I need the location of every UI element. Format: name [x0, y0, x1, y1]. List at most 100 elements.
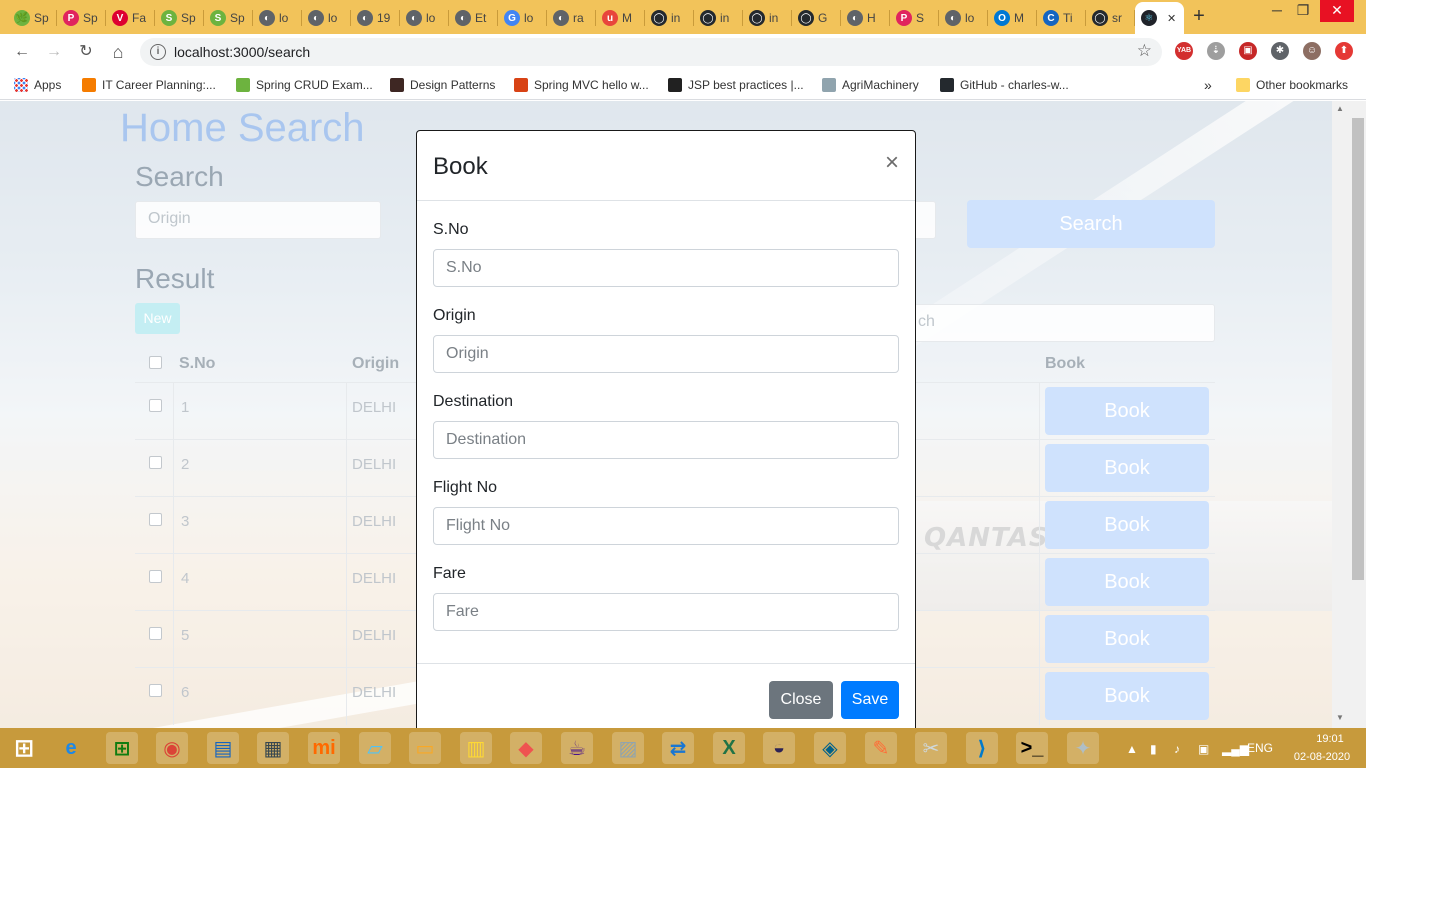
book-button[interactable]: Book [1045, 444, 1209, 492]
browser-tab[interactable]: ◯ in [743, 4, 792, 32]
tray-icon[interactable]: ▮ [1150, 742, 1157, 756]
book-button[interactable]: Book [1045, 387, 1209, 435]
url-text[interactable]: localhost:3000/search [174, 44, 310, 60]
browser-tab[interactable]: OM [988, 4, 1037, 32]
row-checkbox[interactable] [149, 627, 162, 640]
forward-icon[interactable]: → [42, 40, 66, 64]
store-icon[interactable]: ⊞ [106, 732, 138, 764]
shapes-app-icon[interactable]: ◆ [510, 732, 542, 764]
snipping-tool-icon[interactable]: ✂ [915, 732, 947, 764]
tray-icon[interactable]: ♪ [1174, 742, 1180, 756]
scroll-up-arrow-icon[interactable]: ▲ [1336, 104, 1344, 113]
bookmark-item[interactable]: JSP best practices |... [668, 76, 804, 94]
tray-icon[interactable]: ▂▄▆ [1222, 742, 1249, 756]
command-prompt-icon[interactable]: >_ [1016, 732, 1048, 764]
home-icon[interactable]: ⌂ [106, 40, 130, 64]
bookmark-item[interactable]: Design Patterns [390, 76, 495, 94]
vscode-icon[interactable]: ⟩ [966, 732, 998, 764]
book-button[interactable]: Book [1045, 672, 1209, 720]
search-origin-input[interactable]: Origin [135, 201, 381, 239]
field-input-destination[interactable] [433, 421, 899, 459]
book-button[interactable]: Book [1045, 501, 1209, 549]
file-explorer-icon[interactable]: ▭ [409, 732, 441, 764]
bookmark-star-icon[interactable]: ☆ [1137, 41, 1152, 61]
language-indicator[interactable]: ENG [1247, 741, 1273, 755]
field-input-s-no[interactable] [433, 249, 899, 287]
network-tool-icon[interactable]: ▦ [257, 732, 289, 764]
browser-tab[interactable]: S Sp [204, 4, 253, 32]
image-viewer-icon[interactable]: ▨ [612, 732, 644, 764]
select-all-checkbox[interactable] [149, 356, 162, 369]
extension-icon[interactable]: YAB [1175, 42, 1193, 60]
bookmark-item[interactable]: GitHub - charles-w... [940, 76, 1069, 94]
windows-start-icon[interactable]: ⊞ [8, 732, 40, 764]
save-button[interactable]: Save [841, 681, 899, 719]
browser-tab[interactable]: ◐ lo [939, 4, 988, 32]
close-icon[interactable]: × [885, 151, 899, 175]
extension-icon[interactable]: ▣ [1239, 42, 1257, 60]
tab-close-icon[interactable]: ✕ [1167, 12, 1176, 25]
remote-desktop-icon[interactable]: ▤ [207, 732, 239, 764]
tray-icon[interactable]: ▣ [1198, 742, 1209, 756]
bookmarks-overflow-icon[interactable]: » [1204, 76, 1212, 94]
tray-icon[interactable]: ▲ [1126, 742, 1138, 756]
browser-tab[interactable]: ◐ lo [302, 4, 351, 32]
close-button[interactable]: Close [769, 681, 833, 719]
row-checkbox[interactable] [149, 513, 162, 526]
browser-tab[interactable]: Glo [498, 4, 547, 32]
field-input-flight-no[interactable] [433, 507, 899, 545]
browser-tab[interactable]: ◐ ra [547, 4, 596, 32]
bookmark-item[interactable]: IT Career Planning:... [82, 76, 216, 94]
browser-tab[interactable]: uM [596, 4, 645, 32]
book-button[interactable]: Book [1045, 615, 1209, 663]
chrome-icon[interactable]: ◉ [156, 732, 188, 764]
bookmark-item[interactable]: Spring CRUD Exam... [236, 76, 373, 94]
file-transfer-icon[interactable]: ⇄ [662, 732, 694, 764]
browser-tab[interactable]: S Sp [155, 4, 204, 32]
browser-tab[interactable]: V Fa [106, 4, 155, 32]
new-button[interactable]: New [135, 303, 180, 334]
extension-icon[interactable]: ⬆ [1335, 42, 1353, 60]
row-checkbox[interactable] [149, 684, 162, 697]
browser-tab[interactable]: ◐ H [841, 4, 890, 32]
browser-tab[interactable]: ◐ lo [400, 4, 449, 32]
window-close-icon[interactable]: ✕ [1320, 0, 1354, 22]
internet-explorer-icon[interactable]: e [55, 732, 87, 764]
bookmark-item[interactable]: Apps [14, 76, 61, 94]
activity-monitor-icon[interactable]: ▥ [460, 732, 492, 764]
browser-tab[interactable]: ◯ G [792, 4, 841, 32]
bookmark-item[interactable]: Spring MVC hello w... [514, 76, 649, 94]
browser-tab[interactable]: ◐ lo [253, 4, 302, 32]
excel-icon[interactable]: X [713, 732, 745, 764]
address-bar[interactable]: i localhost:3000/search ☆ [140, 38, 1162, 66]
browser-tab[interactable]: ◯ sr [1086, 4, 1135, 32]
active-browser-tab[interactable]: ⚛ ✕ [1135, 2, 1184, 34]
extension-icon[interactable]: ⇣ [1207, 42, 1225, 60]
browser-tab[interactable]: C Ti [1037, 4, 1086, 32]
scrollbar-thumb[interactable] [1352, 118, 1364, 580]
postman-icon[interactable]: ✎ [865, 732, 897, 764]
new-tab-icon[interactable]: + [1188, 6, 1210, 28]
book-button[interactable]: Book [1045, 558, 1209, 606]
clock-time[interactable]: 19:01 [1305, 733, 1355, 745]
restore-icon[interactable]: ❐ [1286, 0, 1320, 22]
bookmark-item[interactable]: AgriMachinery [822, 76, 919, 94]
browser-tab[interactable]: PS [890, 4, 939, 32]
search-button[interactable]: Search [967, 200, 1215, 248]
extension-icon[interactable]: ✱ [1271, 42, 1289, 60]
field-input-origin[interactable] [433, 335, 899, 373]
browser-tab[interactable]: ◐ 19 [351, 4, 400, 32]
mi-icon[interactable]: mi [308, 732, 340, 764]
scroll-down-arrow-icon[interactable]: ▼ [1336, 713, 1344, 722]
field-input-fare[interactable] [433, 593, 899, 631]
browser-tab[interactable]: 🌿 Sp [8, 4, 57, 32]
paint-icon[interactable]: ✦ [1067, 732, 1099, 764]
browser-tab[interactable]: ◯ in [645, 4, 694, 32]
eclipse-icon[interactable]: ◒ [763, 732, 795, 764]
browser-tab[interactable]: ◯ in [694, 4, 743, 32]
browser-tab[interactable]: ◐ Et [449, 4, 498, 32]
browser-tab[interactable]: P Sp [57, 4, 106, 32]
row-checkbox[interactable] [149, 456, 162, 469]
other-bookmarks-folder[interactable]: Other bookmarks [1236, 76, 1348, 94]
row-checkbox[interactable] [149, 570, 162, 583]
